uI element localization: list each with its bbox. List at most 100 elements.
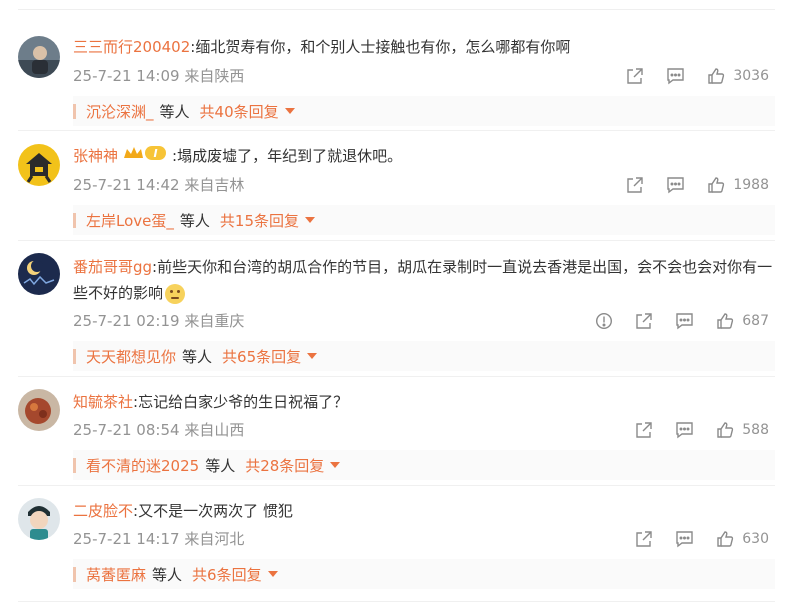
vip-level: I: [153, 147, 157, 160]
comment-date: 25-7-21 14:17: [73, 530, 180, 548]
username-link[interactable]: 三三而行200402: [73, 38, 190, 56]
share-icon[interactable]: [626, 176, 644, 194]
reply-preview[interactable]: 莴萫匿麻 等人 共6条回复: [73, 559, 775, 589]
share-icon[interactable]: [635, 312, 653, 330]
thumbs-up-icon: [717, 531, 734, 547]
comment-actions: 3036: [604, 64, 769, 88]
comment-text: :塌成废墟了，年纪到了就退休吧。: [172, 147, 403, 165]
comment-divider: [18, 240, 775, 241]
reply-username[interactable]: 左岸Love蛋_: [86, 210, 174, 231]
avatar[interactable]: [18, 498, 60, 540]
comment-text-line: 二皮脸不:又不是一次两次了 惯犯: [73, 498, 775, 524]
reply-etc: 等人: [159, 102, 190, 121]
like-count: 687: [742, 313, 769, 329]
like-count: 630: [742, 531, 769, 547]
comment-icon[interactable]: [675, 312, 694, 330]
comment-text-line: 张神神 I :塌成废墟了，年纪到了就退休吧。: [73, 143, 775, 170]
like-count: 1988: [733, 177, 769, 193]
share-icon[interactable]: [626, 67, 644, 85]
comment-text: :又不是一次两次了 惯犯: [133, 502, 293, 520]
avatar[interactable]: [18, 36, 60, 78]
reply-total-link[interactable]: 共65条回复: [222, 346, 301, 367]
comment-meta: 25-7-21 08:54 来自山西: [73, 418, 244, 442]
comment-actions: 588: [613, 418, 769, 442]
reply-total-link[interactable]: 共40条回复: [200, 101, 279, 122]
reply-preview[interactable]: 看不清的迷2025 等人 共28条回复: [73, 450, 775, 480]
like-button[interactable]: 630: [716, 530, 769, 548]
like-button[interactable]: 1988: [707, 176, 769, 194]
comment-date: 25-7-21 14:09: [73, 67, 180, 85]
reply-username[interactable]: 看不清的迷2025: [86, 455, 199, 476]
report-icon[interactable]: [595, 312, 613, 330]
username-link[interactable]: 番茄哥哥gg: [73, 258, 152, 276]
username-link[interactable]: 二皮脸不: [73, 502, 133, 520]
reply-etc: 等人: [152, 565, 183, 584]
comment-date: 25-7-21 08:54: [73, 421, 180, 439]
comment-actions: 630: [613, 527, 769, 551]
like-button[interactable]: 687: [716, 312, 769, 330]
comment-date: 25-7-21 02:19: [73, 312, 180, 330]
vip-badge-icon: I: [122, 144, 168, 170]
reply-bar: [73, 103, 76, 119]
reply-bar: [73, 348, 76, 364]
like-button[interactable]: 3036: [707, 67, 769, 85]
thumbs-up-icon: [708, 177, 725, 193]
comment-text: :缅北贺寿有你，和个别人士接触也有你，怎么哪都有你啊: [190, 38, 571, 56]
reply-username[interactable]: 天天都想见你: [86, 346, 176, 367]
comment-meta: 25-7-21 02:19 来自重庆: [73, 309, 244, 333]
comment-text-line: 知毓茶社:忘记给白家少爷的生日祝福了？: [73, 389, 775, 415]
reply-etc: 等人: [182, 347, 213, 366]
like-button[interactable]: 588: [716, 421, 769, 439]
comment-date: 25-7-21 14:42: [73, 176, 180, 194]
reply-username[interactable]: 莴萫匿麻: [86, 564, 146, 585]
like-count: 588: [742, 422, 769, 438]
comment-meta: 25-7-21 14:42 来自吉林: [73, 173, 244, 197]
reply-preview[interactable]: 沉沦深渊_ 等人 共40条回复: [73, 96, 775, 126]
like-count: 3036: [733, 68, 769, 84]
thumbs-up-icon: [708, 68, 725, 84]
reply-etc: 等人: [179, 211, 210, 230]
comment-location: 来自重庆: [184, 312, 245, 330]
comment-text: :忘记给白家少爷的生日祝福了？: [133, 393, 349, 411]
reply-preview[interactable]: 天天都想见你 等人 共65条回复: [73, 341, 775, 371]
comment-icon[interactable]: [675, 530, 694, 548]
thinking-emoji-icon: [165, 283, 186, 304]
thumbs-up-icon: [717, 422, 734, 438]
comment-location: 来自河北: [184, 530, 245, 548]
comment-text-line: 三三而行200402:缅北贺寿有你，和个别人士接触也有你，怎么哪都有你啊: [73, 34, 775, 60]
comment-divider: [18, 376, 775, 377]
avatar[interactable]: [18, 144, 60, 186]
reply-bar: [73, 212, 76, 228]
top-divider: [18, 9, 775, 10]
comment-location: 来自陕西: [184, 67, 245, 85]
comment-actions: 687: [573, 309, 769, 333]
comment-divider: [18, 485, 775, 486]
reply-username[interactable]: 沉沦深渊_: [86, 101, 154, 122]
comment-divider: [18, 130, 775, 131]
comment-actions: 1988: [604, 173, 769, 197]
comment-location: 来自吉林: [184, 176, 245, 194]
avatar[interactable]: [18, 389, 60, 431]
reply-total-link[interactable]: 共28条回复: [245, 455, 324, 476]
share-icon[interactable]: [635, 421, 653, 439]
chevron-down-icon: [284, 108, 295, 114]
comment-location: 来自山西: [184, 421, 245, 439]
reply-bar: [73, 566, 76, 582]
comment-icon[interactable]: [666, 67, 685, 85]
comment-meta: 25-7-21 14:09 来自陕西: [73, 64, 244, 88]
chevron-down-icon: [267, 571, 278, 577]
comment-icon[interactable]: [666, 176, 685, 194]
comment-divider: [18, 601, 775, 602]
username-link[interactable]: 知毓茶社: [73, 393, 133, 411]
reply-total-link[interactable]: 共6条回复: [192, 564, 262, 585]
share-icon[interactable]: [635, 530, 653, 548]
thumbs-up-icon: [717, 313, 734, 329]
reply-total-link[interactable]: 共15条回复: [220, 210, 299, 231]
reply-bar: [73, 457, 76, 473]
chevron-down-icon: [330, 462, 341, 468]
reply-preview[interactable]: 左岸Love蛋_ 等人 共15条回复: [73, 205, 775, 235]
chevron-down-icon: [305, 217, 315, 223]
avatar[interactable]: [18, 253, 60, 295]
comment-icon[interactable]: [675, 421, 694, 439]
username-link[interactable]: 张神神: [73, 147, 118, 165]
